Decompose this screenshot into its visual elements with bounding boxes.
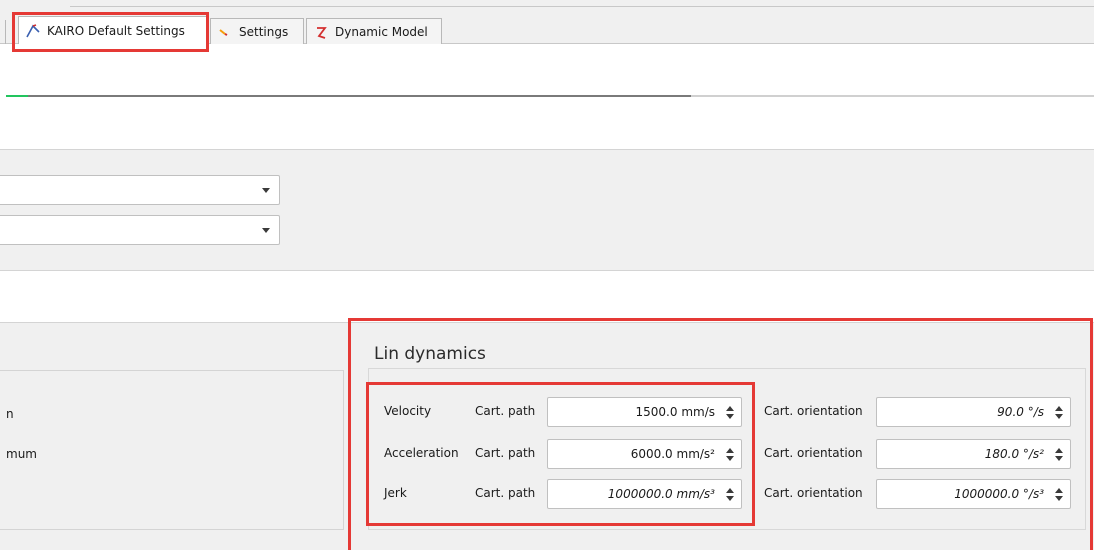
settings-panel (0, 149, 1094, 271)
chevron-down-icon (262, 188, 270, 193)
progress-bar (6, 95, 1094, 97)
spin-down-icon[interactable] (726, 456, 734, 461)
tab-kairo-default-settings[interactable]: KAIRO Default Settings (18, 16, 208, 44)
velocity-path-label: Cart. path (475, 404, 536, 418)
spin-down-icon[interactable] (726, 414, 734, 419)
left-row-label: n (6, 407, 14, 421)
tabbar-top-border (70, 6, 1094, 7)
spin-up-icon[interactable] (726, 406, 734, 411)
left-group-box: n mum (0, 370, 344, 530)
velocity-path-value: 1500.0 mm/s (635, 405, 715, 419)
jerk-orientation-label: Cart. orientation (764, 486, 863, 500)
settings-arm-icon (219, 28, 228, 36)
dynamic-model-icon (317, 26, 327, 39)
tab-label: KAIRO Default Settings (47, 23, 185, 38)
acceleration-label: Acceleration (384, 446, 459, 460)
acceleration-orientation-label: Cart. orientation (764, 446, 863, 460)
jerk-orientation-value: 1000000.0 °/s³ (954, 487, 1044, 501)
progress-start-indicator (6, 95, 28, 97)
spin-down-icon[interactable] (1055, 456, 1063, 461)
tab-bar: KAIRO Default Settings Settings Dynamic … (0, 0, 1094, 44)
tab-label: Settings (239, 24, 289, 39)
tab-settings[interactable]: Settings (210, 18, 304, 44)
jerk-path-spinbox[interactable]: 1000000.0 mm/s³ (547, 479, 742, 509)
combo-box-1[interactable] (0, 175, 280, 205)
tab-scroll-stub[interactable] (0, 20, 6, 44)
combo-box-2[interactable] (0, 215, 280, 245)
acceleration-path-spinbox[interactable]: 6000.0 mm/s² (547, 439, 742, 469)
velocity-label: Velocity (384, 404, 432, 418)
acceleration-path-label: Cart. path (475, 446, 536, 460)
left-row-label: mum (6, 447, 37, 461)
acceleration-path-value: 6000.0 mm/s² (630, 447, 715, 461)
spin-up-icon[interactable] (1055, 448, 1063, 453)
spin-up-icon[interactable] (726, 488, 734, 493)
spin-down-icon[interactable] (726, 496, 734, 501)
spin-down-icon[interactable] (1055, 496, 1063, 501)
kairo-arm-icon (26, 23, 40, 37)
lin-dynamics-title: Lin dynamics (374, 344, 486, 364)
spin-up-icon[interactable] (1055, 488, 1063, 493)
progress-fill (6, 95, 692, 97)
tab-dynamic-model[interactable]: Dynamic Model (306, 18, 442, 44)
velocity-orientation-value: 90.0 °/s (997, 405, 1044, 419)
tab-label: Dynamic Model (335, 24, 428, 39)
velocity-orientation-spinbox[interactable]: 90.0 °/s (876, 397, 1071, 427)
spin-up-icon[interactable] (1055, 406, 1063, 411)
acceleration-orientation-spinbox[interactable]: 180.0 °/s² (876, 439, 1071, 469)
acceleration-orientation-value: 180.0 °/s² (984, 447, 1044, 461)
spin-up-icon[interactable] (726, 448, 734, 453)
jerk-path-label: Cart. path (475, 486, 536, 500)
jerk-orientation-spinbox[interactable]: 1000000.0 °/s³ (876, 479, 1071, 509)
jerk-path-value: 1000000.0 mm/s³ (607, 487, 715, 501)
spin-down-icon[interactable] (1055, 414, 1063, 419)
chevron-down-icon (262, 228, 270, 233)
velocity-orientation-label: Cart. orientation (764, 404, 863, 418)
velocity-path-spinbox[interactable]: 1500.0 mm/s (547, 397, 742, 427)
jerk-label: Jerk (384, 486, 407, 500)
